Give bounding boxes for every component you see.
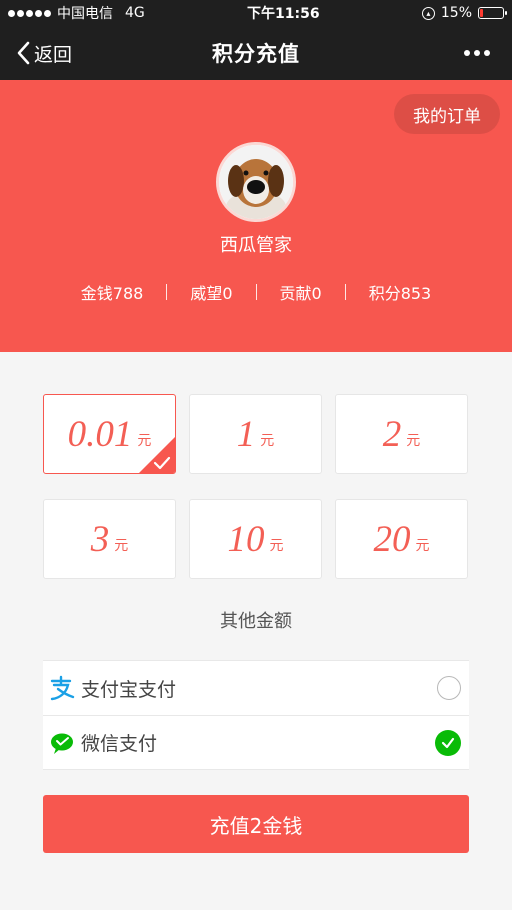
profile-header: 我的订单 西瓜管家 金钱788 威望0 贡献0 积分853 xyxy=(0,80,512,352)
amount-option-1[interactable]: 1 元 xyxy=(189,394,322,474)
payment-label: 支付宝支付 xyxy=(81,678,177,701)
back-button[interactable]: 返回 xyxy=(16,26,72,80)
amount-unit: 元 xyxy=(114,538,129,554)
alipay-icon xyxy=(49,675,75,701)
more-dot-icon xyxy=(484,50,490,56)
amount-option-3[interactable]: 3 元 xyxy=(43,499,176,579)
back-label: 返回 xyxy=(34,43,73,66)
stat-contribution: 贡献0 xyxy=(279,284,322,303)
battery-percent: 15% xyxy=(440,5,472,21)
amount-unit: 元 xyxy=(406,433,421,449)
payment-methods: 支付宝支付 微信支付 xyxy=(43,660,469,770)
signal-strength-icon xyxy=(8,9,51,17)
wechat-pay-icon xyxy=(49,730,75,756)
payment-label: 微信支付 xyxy=(81,733,158,755)
battery-icon xyxy=(478,7,507,19)
amount-unit: 元 xyxy=(269,538,284,554)
page-title: 积分充值 xyxy=(212,42,300,66)
amount-value: 2 xyxy=(382,413,402,455)
username: 西瓜管家 xyxy=(220,235,292,256)
amount-option-2[interactable]: 2 元 xyxy=(335,394,468,474)
stat-prestige: 威望0 xyxy=(190,284,233,303)
payment-option-wechat[interactable]: 微信支付 xyxy=(43,715,469,769)
more-menu-button[interactable] xyxy=(464,26,490,80)
battery-fill xyxy=(480,9,483,17)
amount-value: 0.01 xyxy=(67,413,133,455)
chevron-left-icon xyxy=(17,41,30,65)
stats-row: 金钱788 威望0 贡献0 积分853 xyxy=(0,280,512,304)
amount-unit: 元 xyxy=(260,433,275,449)
payment-option-alipay[interactable]: 支付宝支付 xyxy=(43,661,469,715)
amount-option-20[interactable]: 20 元 xyxy=(335,499,468,579)
my-orders-button[interactable]: 我的订单 xyxy=(394,94,500,134)
amount-value: 3 xyxy=(90,518,110,560)
status-bar: 中国电信 4G 下午11:56 ▴ 15% xyxy=(0,0,512,26)
carrier-name: 中国电信 xyxy=(57,6,113,22)
clock: 下午11:56 xyxy=(247,6,320,22)
other-amount-link[interactable]: 其他金额 xyxy=(0,607,512,633)
amount-option-10[interactable]: 10 元 xyxy=(189,499,322,579)
amount-unit: 元 xyxy=(415,538,430,554)
recharge-submit-button[interactable]: 充值2金钱 xyxy=(43,795,469,853)
more-dot-icon xyxy=(464,50,470,56)
more-dot-icon xyxy=(474,50,480,56)
amount-option-0.01[interactable]: 0.01 元 xyxy=(43,394,176,474)
dog-avatar-image xyxy=(219,145,293,219)
selected-check-icon xyxy=(139,437,175,473)
radio-unchecked-icon[interactable] xyxy=(437,676,461,700)
amount-options: 0.01 元 1 元 2 元 3 元 10 元 20 元 xyxy=(43,394,469,579)
status-right: ▴ 15% xyxy=(421,5,507,21)
network-type: 4G xyxy=(125,5,145,21)
radio-checked-icon[interactable] xyxy=(435,729,461,756)
stat-points: 积分853 xyxy=(368,284,432,303)
amount-value: 10 xyxy=(227,518,265,560)
amount-value: 20 xyxy=(373,518,411,560)
avatar[interactable] xyxy=(216,142,296,222)
nav-bar: 返回 积分充值 xyxy=(0,26,512,80)
stat-money: 金钱788 xyxy=(80,284,144,303)
orientation-lock-icon: ▴ xyxy=(421,6,435,20)
status-left: 中国电信 4G xyxy=(8,3,145,23)
amount-value: 1 xyxy=(236,413,256,455)
